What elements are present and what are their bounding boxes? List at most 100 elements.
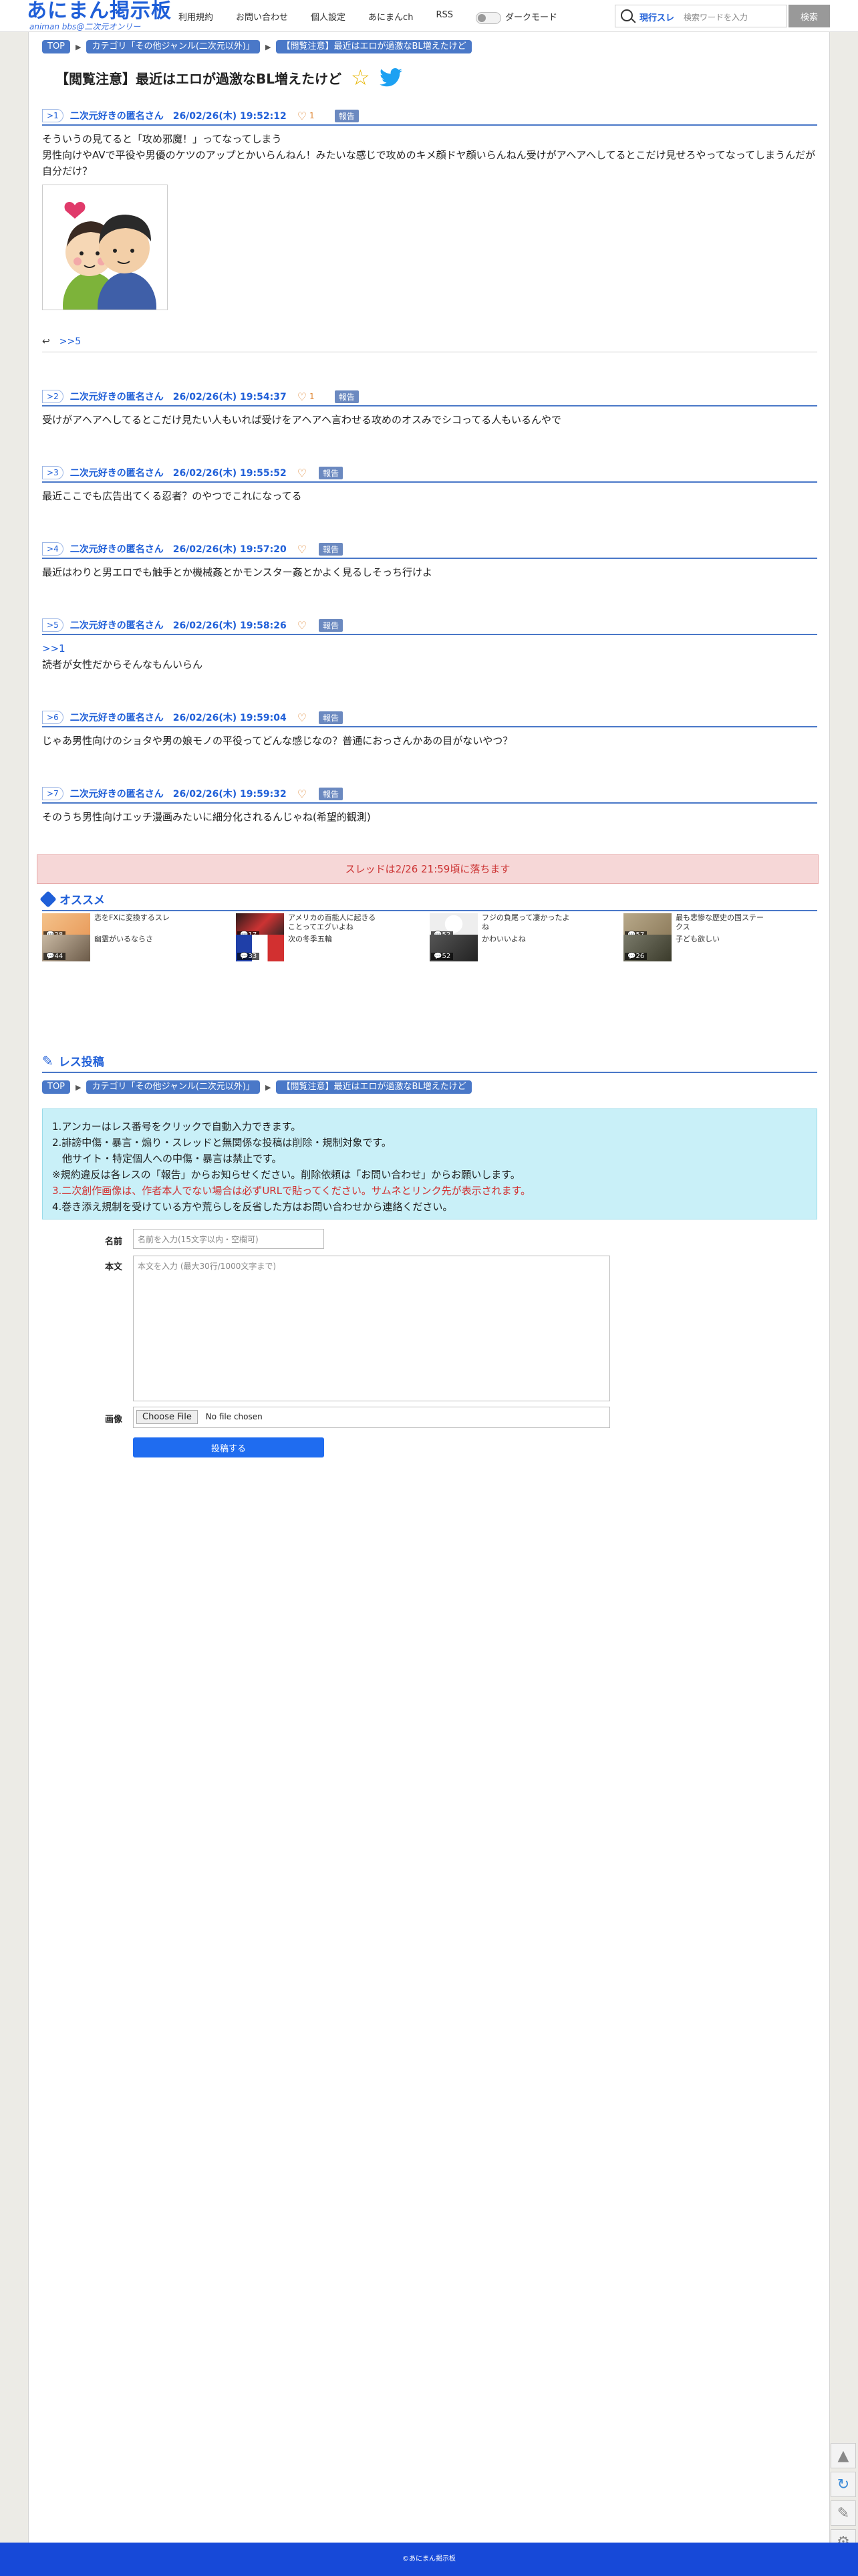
anchor-link[interactable]: >>1 <box>42 640 817 657</box>
breadcrumb-sep-icon: ▶ <box>76 42 82 51</box>
like-heart-icon[interactable]: ♡ <box>297 619 307 632</box>
favorite-star-icon[interactable]: ☆ <box>351 67 370 88</box>
like-count: 1 <box>309 111 315 120</box>
scroll-top-icon[interactable]: ▲ <box>831 2443 856 2468</box>
post-date: 26/02/26(木) 19:57:20 <box>172 544 287 555</box>
twitter-share-icon[interactable] <box>379 68 402 87</box>
thread-expiry-notice: スレッドは2/26 21:59頃に落ちます <box>37 854 819 884</box>
recommend-thumbnail: 💬26 <box>623 935 672 961</box>
like-heart-icon[interactable]: ♡ <box>297 110 307 122</box>
site-logo[interactable]: あにまん掲示板 animan bbs@二次元オンリー <box>27 0 172 31</box>
recommend-row-2: 💬44 幽霊がいるならさ 💬33 次の冬季五輪 💬52 かわいいよね 💬26 子… <box>42 935 817 961</box>
recommend-item-title: フジの負尾って凄かったよね <box>482 913 570 931</box>
search-input[interactable]: 現行スレ 検索ワードを入力 <box>615 5 787 27</box>
post-text-line: 読者が女性だからそんなもんいらん <box>42 659 203 671</box>
image-label: 画像 <box>104 1415 122 1425</box>
post-header: >5 二次元好きの匿名さん 26/02/26(木) 19:58:26 ♡ 報告 <box>42 616 817 635</box>
search-scope[interactable]: 現行スレ <box>639 11 674 23</box>
report-button[interactable]: 報告 <box>319 466 343 479</box>
toggle-switch-icon <box>475 11 501 24</box>
breadcrumb-category[interactable]: カテゴリ「その他ジャンル(二次元以外)」 <box>86 40 260 53</box>
post-6: >6 二次元好きの匿名さん 26/02/26(木) 19:59:04 ♡ 報告 … <box>42 709 817 749</box>
recommend-item-title: 恋をFXに変換するスレ <box>94 913 170 922</box>
nav-rss[interactable]: RSS <box>436 10 453 24</box>
site-footer: ©あにまん掲示板 <box>0 2543 858 2576</box>
post-text: 最近はわりと男エロでも触手とか機械姦とかモンスター姦とかよく見るしそっち行けよ <box>42 566 432 578</box>
recommend-thumbnail: 💬33 <box>236 935 284 961</box>
thread-title-row: 【閲覧注意】最近はエロが過激なBL増えたけど ☆ <box>55 67 402 88</box>
recommend-item-title: 最も悲惨な歴史の国ステークス <box>676 913 764 931</box>
darkmode-toggle[interactable]: ダークモード <box>475 10 557 24</box>
report-button[interactable]: 報告 <box>319 787 343 800</box>
post-1: >1 二次元好きの匿名さん 26/02/26(木) 19:52:12 ♡ 1 報… <box>42 107 817 342</box>
nav-terms[interactable]: 利用規約 <box>178 10 213 24</box>
breadcrumb-thread[interactable]: 【閲覧注意】最近はエロが過激なBL増えたけど <box>276 1080 472 1094</box>
recommend-item[interactable]: 💬44 幽霊がいるならさ <box>42 935 236 961</box>
copyright: ©あにまん掲示板 <box>402 2555 456 2563</box>
choose-file-button[interactable]: Choose File <box>136 1410 198 1424</box>
like-heart-icon[interactable]: ♡ <box>297 543 307 556</box>
post-number[interactable]: >7 <box>42 787 63 800</box>
comment-count: 💬33 <box>237 953 260 960</box>
darkmode-label: ダークモード <box>505 13 557 23</box>
breadcrumb-top[interactable]: TOP <box>42 1080 71 1094</box>
post-number[interactable]: >5 <box>42 618 63 632</box>
nav-contact[interactable]: お問い合わせ <box>236 10 288 24</box>
post-2: >2 二次元好きの匿名さん 26/02/26(木) 19:54:37 ♡ 1 報… <box>42 388 817 428</box>
body-label: 本文 <box>104 1262 122 1272</box>
pencil-icon: ✎ <box>42 1052 53 1069</box>
recommend-title: オススメ <box>59 894 105 907</box>
body-textarea[interactable]: 本文を入力 (最大30行/1000文字まで) <box>133 1256 610 1401</box>
guideline-line: 4.巻き添え規制を受けている方や荒らしを反省した方はお問い合わせから連絡ください… <box>52 1201 453 1213</box>
report-button[interactable]: 報告 <box>319 542 343 556</box>
like-heart-icon[interactable]: ♡ <box>297 467 307 479</box>
report-button[interactable]: 報告 <box>334 390 359 403</box>
report-button[interactable]: 報告 <box>334 109 359 122</box>
post-number[interactable]: >6 <box>42 711 63 724</box>
post-number[interactable]: >2 <box>42 390 63 403</box>
like-heart-icon[interactable]: ♡ <box>297 390 307 403</box>
like-heart-icon[interactable]: ♡ <box>297 788 307 800</box>
post-3: >3 二次元好きの匿名さん 26/02/26(木) 19:55:52 ♡ 報告 … <box>42 464 817 504</box>
breadcrumb-sep-icon: ▶ <box>76 1082 82 1092</box>
edit-icon[interactable]: ✎ <box>831 2500 856 2526</box>
couple-illustration-icon <box>63 201 156 342</box>
breadcrumb-sep-icon: ▶ <box>265 42 271 51</box>
post-image-thumbnail[interactable] <box>42 185 168 342</box>
post-5: >5 二次元好きの匿名さん 26/02/26(木) 19:58:26 ♡ 報告 … <box>42 616 817 673</box>
name-input[interactable]: 名前を入力(15文字以内・空欄可) <box>133 1229 324 1249</box>
search-placeholder: 検索ワードを入力 <box>684 13 748 22</box>
report-button[interactable]: 報告 <box>319 618 343 632</box>
post-author: 二次元好きの匿名さん <box>69 544 164 555</box>
nav-settings[interactable]: 個人設定 <box>311 10 345 24</box>
breadcrumb-top[interactable]: TOP <box>42 40 71 53</box>
post-1-replies: ↩ >>5 <box>42 336 81 347</box>
tag-icon <box>39 890 57 908</box>
post-number[interactable]: >3 <box>42 466 63 479</box>
post-number[interactable]: >4 <box>42 542 63 556</box>
post-number[interactable]: >1 <box>42 109 63 122</box>
recommend-item[interactable]: 💬33 次の冬季五輪 <box>236 935 430 961</box>
report-button[interactable]: 報告 <box>319 711 343 724</box>
submit-button[interactable]: 投稿する <box>133 1437 324 1457</box>
nav-animanch[interactable]: あにまんch <box>368 10 413 24</box>
recommend-item[interactable]: 💬52 かわいいよね <box>430 935 623 961</box>
guideline-line: 3.二次創作画像は、作者本人でない場合は必ずURLで貼ってください。サムネとリン… <box>52 1185 531 1197</box>
like-heart-icon[interactable]: ♡ <box>297 711 307 724</box>
post-author: 二次元好きの匿名さん <box>69 111 164 122</box>
thread-title: 【閲覧注意】最近はエロが過激なBL増えたけど <box>55 70 341 87</box>
breadcrumb-thread[interactable]: 【閲覧注意】最近はエロが過激なBL増えたけど <box>276 40 472 53</box>
recommend-item-title: かわいいよね <box>482 935 526 943</box>
guideline-line: 他サイト・特定個人への中傷・暴言は禁止です。 <box>52 1153 282 1165</box>
post-text: そのうち男性向けエッチ漫画みたいに細分化されるんじゃね(希望的観測) <box>42 811 371 823</box>
post-author: 二次元好きの匿名さん <box>69 468 164 479</box>
reload-icon[interactable]: ↻ <box>831 2472 856 2497</box>
recommend-item[interactable]: 💬26 子ども欲しい <box>623 935 817 961</box>
search-button[interactable]: 検索 <box>789 5 830 27</box>
guideline-line: ※規約違反は各レスの「報告」からお知らせください。削除依頼は「お問い合わせ」から… <box>52 1169 521 1181</box>
breadcrumb-category[interactable]: カテゴリ「その他ジャンル(二次元以外)」 <box>86 1080 260 1094</box>
reply-link[interactable]: >>5 <box>59 336 81 347</box>
post-header: >1 二次元好きの匿名さん 26/02/26(木) 19:52:12 ♡ 1 報… <box>42 107 817 126</box>
image-file-input[interactable]: Choose File No file chosen <box>133 1407 610 1428</box>
post-header: >2 二次元好きの匿名さん 26/02/26(木) 19:54:37 ♡ 1 報… <box>42 388 817 406</box>
